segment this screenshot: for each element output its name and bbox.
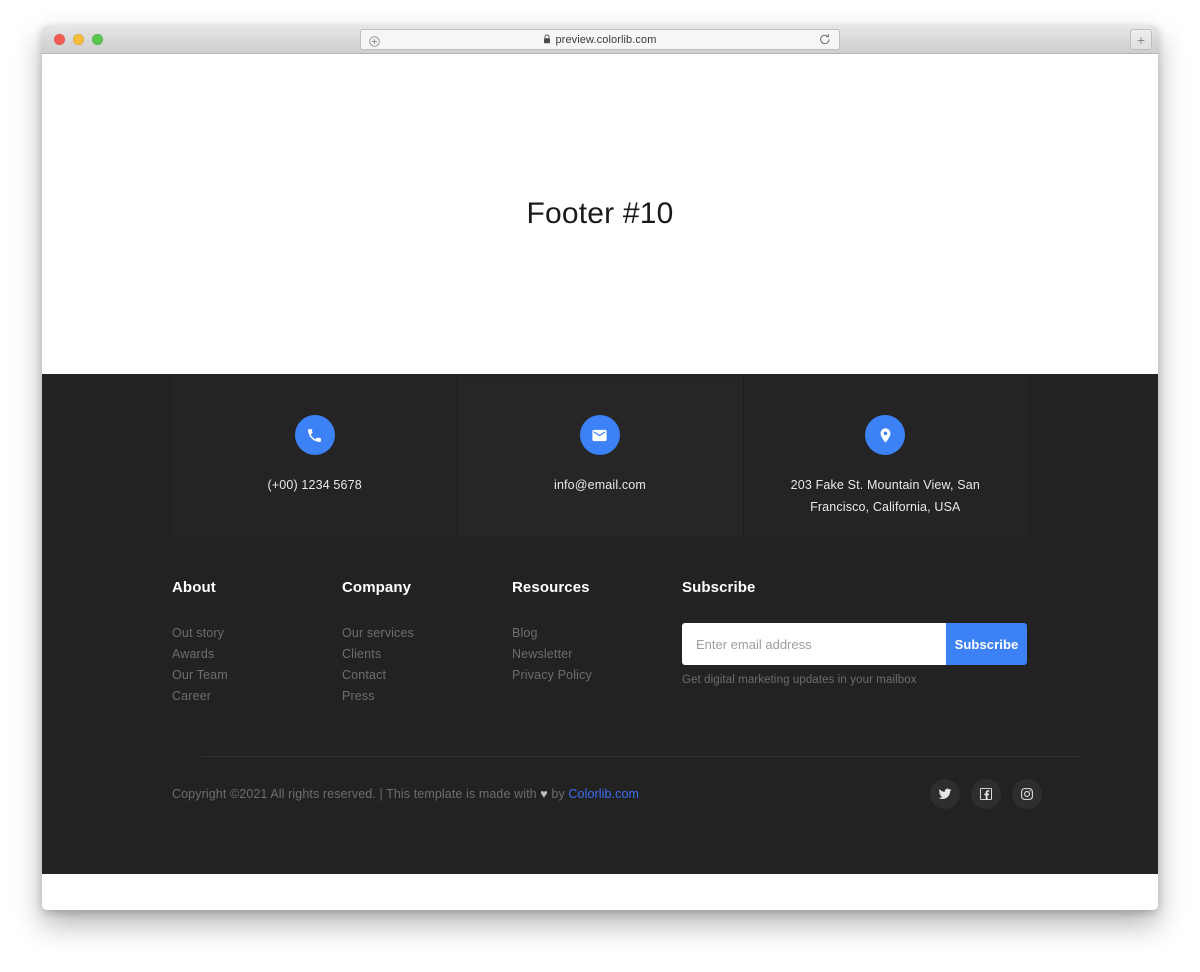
contact-text-phone: (+00) 1234 5678 bbox=[267, 478, 362, 492]
contact-card-address[interactable]: 203 Fake St. Mountain View, San Francisc… bbox=[742, 377, 1028, 537]
contact-card-phone[interactable]: (+00) 1234 5678 bbox=[172, 377, 458, 537]
footer-column-heading: Resources bbox=[512, 579, 590, 596]
facebook-icon[interactable] bbox=[971, 779, 1001, 809]
footer-link-company-1[interactable]: Clients bbox=[342, 644, 512, 665]
footer-link-company-3[interactable]: Press bbox=[342, 686, 512, 707]
lock-icon bbox=[543, 34, 551, 47]
url-host: preview.colorlib.com bbox=[555, 34, 657, 46]
minimize-window-button[interactable] bbox=[73, 34, 84, 45]
subscribe-heading: Subscribe bbox=[682, 579, 756, 596]
footer-link-resources-2[interactable]: Privacy Policy bbox=[512, 665, 682, 686]
browser-window: preview.colorlib.com + Footer #10 (+00) … bbox=[42, 25, 1158, 910]
new-tab-label: + bbox=[1136, 31, 1146, 48]
heart-icon: ♥ bbox=[540, 787, 548, 801]
map-pin-icon bbox=[865, 415, 906, 455]
copyright-mid: by bbox=[547, 787, 569, 801]
hero-section: Footer #10 bbox=[42, 54, 1158, 374]
envelope-icon bbox=[579, 415, 620, 455]
footer-divider bbox=[202, 756, 1082, 757]
address-bar-text: preview.colorlib.com bbox=[543, 33, 656, 46]
footer-column-heading: Company bbox=[342, 579, 412, 596]
footer-column-company: Company Our services Clients Contact Pre… bbox=[342, 579, 512, 707]
email-input[interactable] bbox=[682, 623, 946, 665]
subscribe-note: Get digital marketing updates in your ma… bbox=[682, 674, 917, 686]
subscribe-button[interactable]: Subscribe bbox=[946, 623, 1027, 665]
new-tab-button[interactable]: + bbox=[1130, 29, 1152, 50]
footer-link-company-2[interactable]: Contact bbox=[342, 665, 512, 686]
close-window-button[interactable] bbox=[54, 34, 65, 45]
browser-title-bar: preview.colorlib.com + bbox=[42, 25, 1158, 54]
footer-body: About Out story Awards Our Team Career C… bbox=[172, 579, 1042, 707]
footer-link-about-2[interactable]: Our Team bbox=[172, 665, 342, 686]
copyright-prefix: Copyright ©2021 All rights reserved. | T… bbox=[172, 787, 541, 801]
contact-strip: (+00) 1234 5678 info@email.com 203 Fake … bbox=[172, 377, 1028, 537]
contact-text-address: 203 Fake St. Mountain View, San Francisc… bbox=[790, 478, 980, 514]
colorlib-link[interactable]: Colorlib.com bbox=[568, 787, 639, 801]
page-viewport: Footer #10 (+00) 1234 5678 info@email.co… bbox=[42, 54, 1158, 910]
footer-link-about-0[interactable]: Out story bbox=[172, 623, 342, 644]
footer-column-resources: Resources Blog Newsletter Privacy Policy bbox=[512, 579, 682, 707]
instagram-icon[interactable] bbox=[1012, 779, 1042, 809]
footer-link-about-1[interactable]: Awards bbox=[172, 644, 342, 665]
circle-plus-icon[interactable] bbox=[369, 34, 380, 52]
footer-link-company-0[interactable]: Our services bbox=[342, 623, 512, 644]
footer-link-resources-1[interactable]: Newsletter bbox=[512, 644, 682, 665]
subscribe-form: Subscribe bbox=[682, 623, 1027, 665]
footer-link-about-3[interactable]: Career bbox=[172, 686, 342, 707]
page-title: Footer #10 bbox=[526, 197, 674, 230]
copyright-text: Copyright ©2021 All rights reserved. | T… bbox=[172, 787, 639, 801]
zoom-window-button[interactable] bbox=[92, 34, 103, 45]
footer-bottom-bar: Copyright ©2021 All rights reserved. | T… bbox=[172, 779, 1042, 809]
footer-column-about: About Out story Awards Our Team Career bbox=[172, 579, 342, 707]
address-bar[interactable]: preview.colorlib.com bbox=[360, 29, 840, 50]
window-controls bbox=[54, 34, 103, 45]
footer-column-heading: About bbox=[172, 579, 216, 596]
social-icons bbox=[930, 779, 1042, 809]
contact-text-email: info@email.com bbox=[554, 478, 646, 492]
site-footer: (+00) 1234 5678 info@email.com 203 Fake … bbox=[42, 374, 1158, 874]
phone-icon bbox=[294, 415, 335, 455]
page-bottom-strip bbox=[42, 874, 1158, 910]
twitter-icon[interactable] bbox=[930, 779, 960, 809]
footer-link-resources-0[interactable]: Blog bbox=[512, 623, 682, 644]
footer-column-subscribe: Subscribe Subscribe Get digital marketin… bbox=[682, 579, 1042, 707]
contact-card-email[interactable]: info@email.com bbox=[457, 377, 743, 537]
reload-icon[interactable] bbox=[819, 33, 831, 51]
